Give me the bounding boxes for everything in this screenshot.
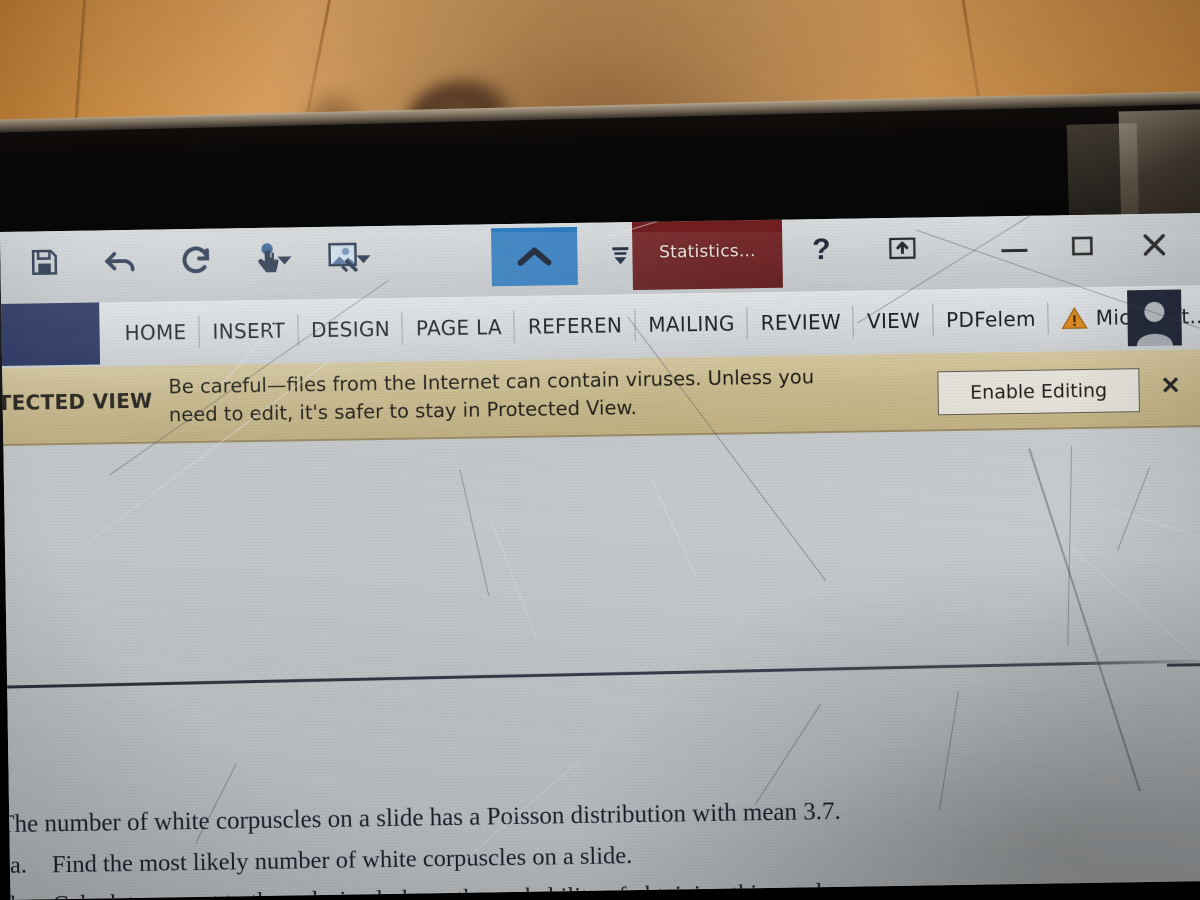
protected-view-message: Be careful—files from the Internet can c… <box>168 362 869 430</box>
minimize-window-button[interactable] <box>986 216 1043 279</box>
list-item-text: Find the most likely number of white cor… <box>51 842 633 879</box>
collapse-ribbon-chevron-icon[interactable] <box>491 226 578 287</box>
touch-mouse-mode-icon[interactable] <box>234 227 311 290</box>
redo-icon[interactable] <box>158 228 235 291</box>
tab-view[interactable]: VIEW <box>853 289 933 352</box>
document-body: The number of white corpuscles on a slid… <box>0 794 1185 900</box>
tab-file[interactable] <box>0 302 101 367</box>
protected-view-label: ROTECTED VIEW <box>0 388 153 416</box>
page-top-rule-right <box>1166 663 1200 667</box>
photo-of-monitor: Statistics... ? HOME INSERT DESIGN PAGE … <box>0 0 1200 900</box>
window-title: Statistics... <box>658 241 756 263</box>
tab-mailings[interactable]: MAILING <box>635 292 748 356</box>
user-account-icon[interactable] <box>1127 289 1182 347</box>
list-item-marker: a. <box>9 851 28 880</box>
page-top-rule <box>0 659 1200 690</box>
list-item: a. Find the most likely number of white … <box>10 834 1182 881</box>
close-protected-view-bar-button[interactable]: ✕ <box>1160 371 1181 400</box>
help-question-icon[interactable]: ? <box>796 219 847 282</box>
warning-triangle-icon <box>1061 306 1089 330</box>
list-item-marker: b. <box>10 892 36 900</box>
maximize-window-button[interactable] <box>1054 215 1111 278</box>
question-parts-list: a. Find the most likely number of white … <box>0 834 1184 900</box>
tab-page-layout[interactable]: PAGE LA <box>403 296 516 360</box>
undo-icon[interactable] <box>82 230 159 293</box>
ribbon-display-options-icon[interactable] <box>874 217 931 280</box>
document-page[interactable]: The number of white corpuscles on a slid… <box>0 426 1200 900</box>
print-preview-caret-icon[interactable] <box>356 255 371 264</box>
customize-quick-access-toolbar-icon[interactable] <box>608 242 632 268</box>
tab-home[interactable]: HOME <box>111 301 200 364</box>
question-lead-in: The number of white corpuscles on a slid… <box>0 794 1181 839</box>
enable-editing-button[interactable]: Enable Editing <box>937 368 1140 416</box>
print-preview-icon[interactable] <box>310 226 387 289</box>
tab-design[interactable]: DESIGN <box>298 298 404 362</box>
tab-pdfelement[interactable]: PDFelem <box>933 288 1050 352</box>
tab-review[interactable]: REVIEW <box>747 291 854 355</box>
question-lead-in-text: The number of white corpuscles on a slid… <box>0 797 841 839</box>
save-icon[interactable] <box>6 231 83 294</box>
close-window-button[interactable] <box>1126 213 1183 276</box>
touch-mode-caret-icon[interactable] <box>277 256 292 265</box>
window-title-chip: Statistics... <box>631 213 783 291</box>
tab-references[interactable]: REFEREN <box>514 294 635 358</box>
monitor-screen: Statistics... ? HOME INSERT DESIGN PAGE … <box>0 213 1200 900</box>
tab-insert[interactable]: INSERT <box>199 299 299 363</box>
